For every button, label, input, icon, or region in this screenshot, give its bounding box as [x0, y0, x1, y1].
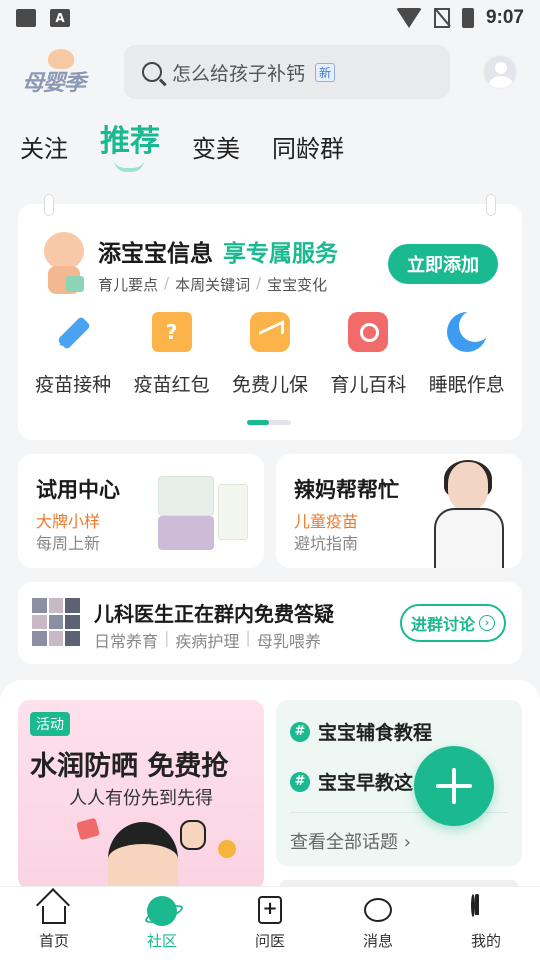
add-baby-button[interactable]: 立即添加 — [388, 244, 498, 284]
trial-highlight: 大牌小样 — [36, 512, 101, 531]
chevron-right-icon: › — [479, 615, 495, 631]
trend-chart-icon — [249, 312, 290, 352]
book-search-icon — [348, 312, 389, 352]
see-all-topics-link[interactable]: 查看全部话题 › — [290, 828, 411, 854]
search-query: 怎么给孩子补钙 — [172, 62, 306, 85]
baby-card-title: 添宝宝信息 享专属服务 — [98, 241, 338, 267]
status-time: 9:07 — [485, 7, 524, 28]
nav-ask-doctor[interactable]: 问医 — [216, 887, 324, 960]
fist-illustration — [180, 820, 206, 850]
tab-beauty[interactable]: 变美 — [192, 129, 240, 176]
activity-tag: 活动 — [30, 712, 70, 736]
status-bar: A 9:07 — [0, 0, 540, 36]
shortcut-vaccination[interactable]: 疫苗接种 — [25, 312, 121, 397]
moon-icon — [446, 310, 491, 352]
wifi-icon — [395, 8, 422, 28]
red-envelope-icon — [76, 817, 100, 841]
card-pin-decoration — [44, 194, 54, 216]
topic-item[interactable]: # 宝宝早教这 — [290, 768, 413, 795]
shortcut-grid: 疫苗接种 疫苗红包 免费儿保 育儿百科 睡眠作息 — [18, 310, 522, 397]
tab-follow[interactable]: 关注 — [20, 129, 68, 176]
sunscreen-promo-card[interactable]: 活动 水润防晒 免费抢 人人有份先到先得 — [18, 700, 264, 890]
nav-me[interactable]: 我的 — [432, 887, 540, 960]
logo-text: 母婴季 — [22, 71, 86, 96]
chat-bubble-icon — [364, 898, 392, 922]
baby-info-card: 添宝宝信息 享专属服务 育儿要点 / 本周关键词 / 宝宝变化 立即添加 疫苗接种… — [18, 194, 522, 440]
shortcut-sleep-schedule[interactable]: 睡眠作息 — [419, 310, 515, 397]
promo-title: 水润防晒 免费抢 — [30, 751, 229, 782]
app-header: 母婴季 怎么给孩子补钙 新 — [0, 36, 540, 108]
search-icon — [142, 62, 162, 82]
baby-card-subtitle: 育儿要点 / 本周关键词 / 宝宝变化 — [98, 274, 328, 294]
girl-illustration — [108, 822, 178, 890]
shortcut-parenting-wiki[interactable]: 育儿百科 — [320, 312, 416, 397]
search-bar[interactable]: 怎么给孩子补钙 新 — [124, 45, 450, 99]
nav-home[interactable]: 首页 — [0, 887, 108, 960]
person-icon — [471, 894, 501, 926]
join-group-button[interactable]: 进群讨论 › — [400, 604, 506, 642]
nav-messages[interactable]: 消息 — [324, 887, 432, 960]
group-photos-thumbnail — [32, 598, 80, 646]
user-avatar[interactable] — [482, 54, 518, 90]
baby-illustration — [38, 232, 90, 296]
doctor-qa-title: 儿科医生正在群内免费答疑 — [94, 602, 334, 626]
feed-tabs: 关注 推荐 变美 同龄群 — [20, 120, 344, 176]
doctor-qa-tags: 日常养育 | 疾病护理 | 母乳喂养 — [94, 628, 321, 651]
syringe-icon — [53, 312, 93, 352]
no-sim-icon — [433, 8, 450, 28]
trial-title: 试用中心 — [36, 478, 120, 502]
promo-subtitle: 人人有份先到先得 — [69, 788, 213, 809]
shortcut-free-checkup[interactable]: 免费儿保 — [222, 312, 318, 397]
app-logo: 母婴季 — [22, 49, 102, 96]
card-pin-decoration — [486, 194, 496, 216]
tab-recommend[interactable]: 推荐 — [100, 116, 160, 176]
mom-title: 辣妈帮帮忙 — [294, 478, 399, 502]
font-notification-icon: A — [50, 9, 70, 27]
page-indicator — [247, 420, 291, 425]
mom-sub: 避坑指南 — [294, 534, 359, 553]
hashtag-icon: # — [290, 721, 310, 742]
trial-center-card[interactable]: 试用中心 大牌小样 每周上新 — [18, 454, 264, 568]
topic-item[interactable]: # 宝宝辅食教程 — [290, 718, 432, 745]
shortcut-vaccine-redpacket[interactable]: 疫苗红包 — [124, 312, 220, 397]
nav-community[interactable]: 社区 — [108, 887, 216, 960]
mom-help-card[interactable]: 辣妈帮帮忙 儿童疫苗 避坑指南 — [276, 454, 522, 568]
battery-charging-icon — [461, 8, 474, 28]
hashtag-icon: # — [290, 771, 310, 792]
image-notification-icon — [16, 9, 36, 27]
doctor-qa-banner[interactable]: 儿科医生正在群内免费答疑 日常养育 | 疾病护理 | 母乳喂养 进群讨论 › — [18, 582, 522, 664]
mom-highlight: 儿童疫苗 — [294, 512, 359, 531]
medical-kit-icon — [258, 896, 282, 924]
gift-icon — [151, 312, 192, 352]
home-icon — [42, 906, 66, 924]
coin-icon — [218, 840, 236, 858]
product-samples-image — [158, 476, 254, 552]
tab-peer-group[interactable]: 同龄群 — [272, 129, 344, 176]
trial-sub: 每周上新 — [36, 534, 101, 553]
expert-portrait — [434, 460, 506, 568]
bottom-navigation: 首页 社区 问医 消息 我的 — [0, 886, 540, 960]
community-icon — [147, 896, 177, 926]
create-post-button[interactable] — [414, 746, 494, 826]
new-badge: 新 — [315, 62, 336, 82]
